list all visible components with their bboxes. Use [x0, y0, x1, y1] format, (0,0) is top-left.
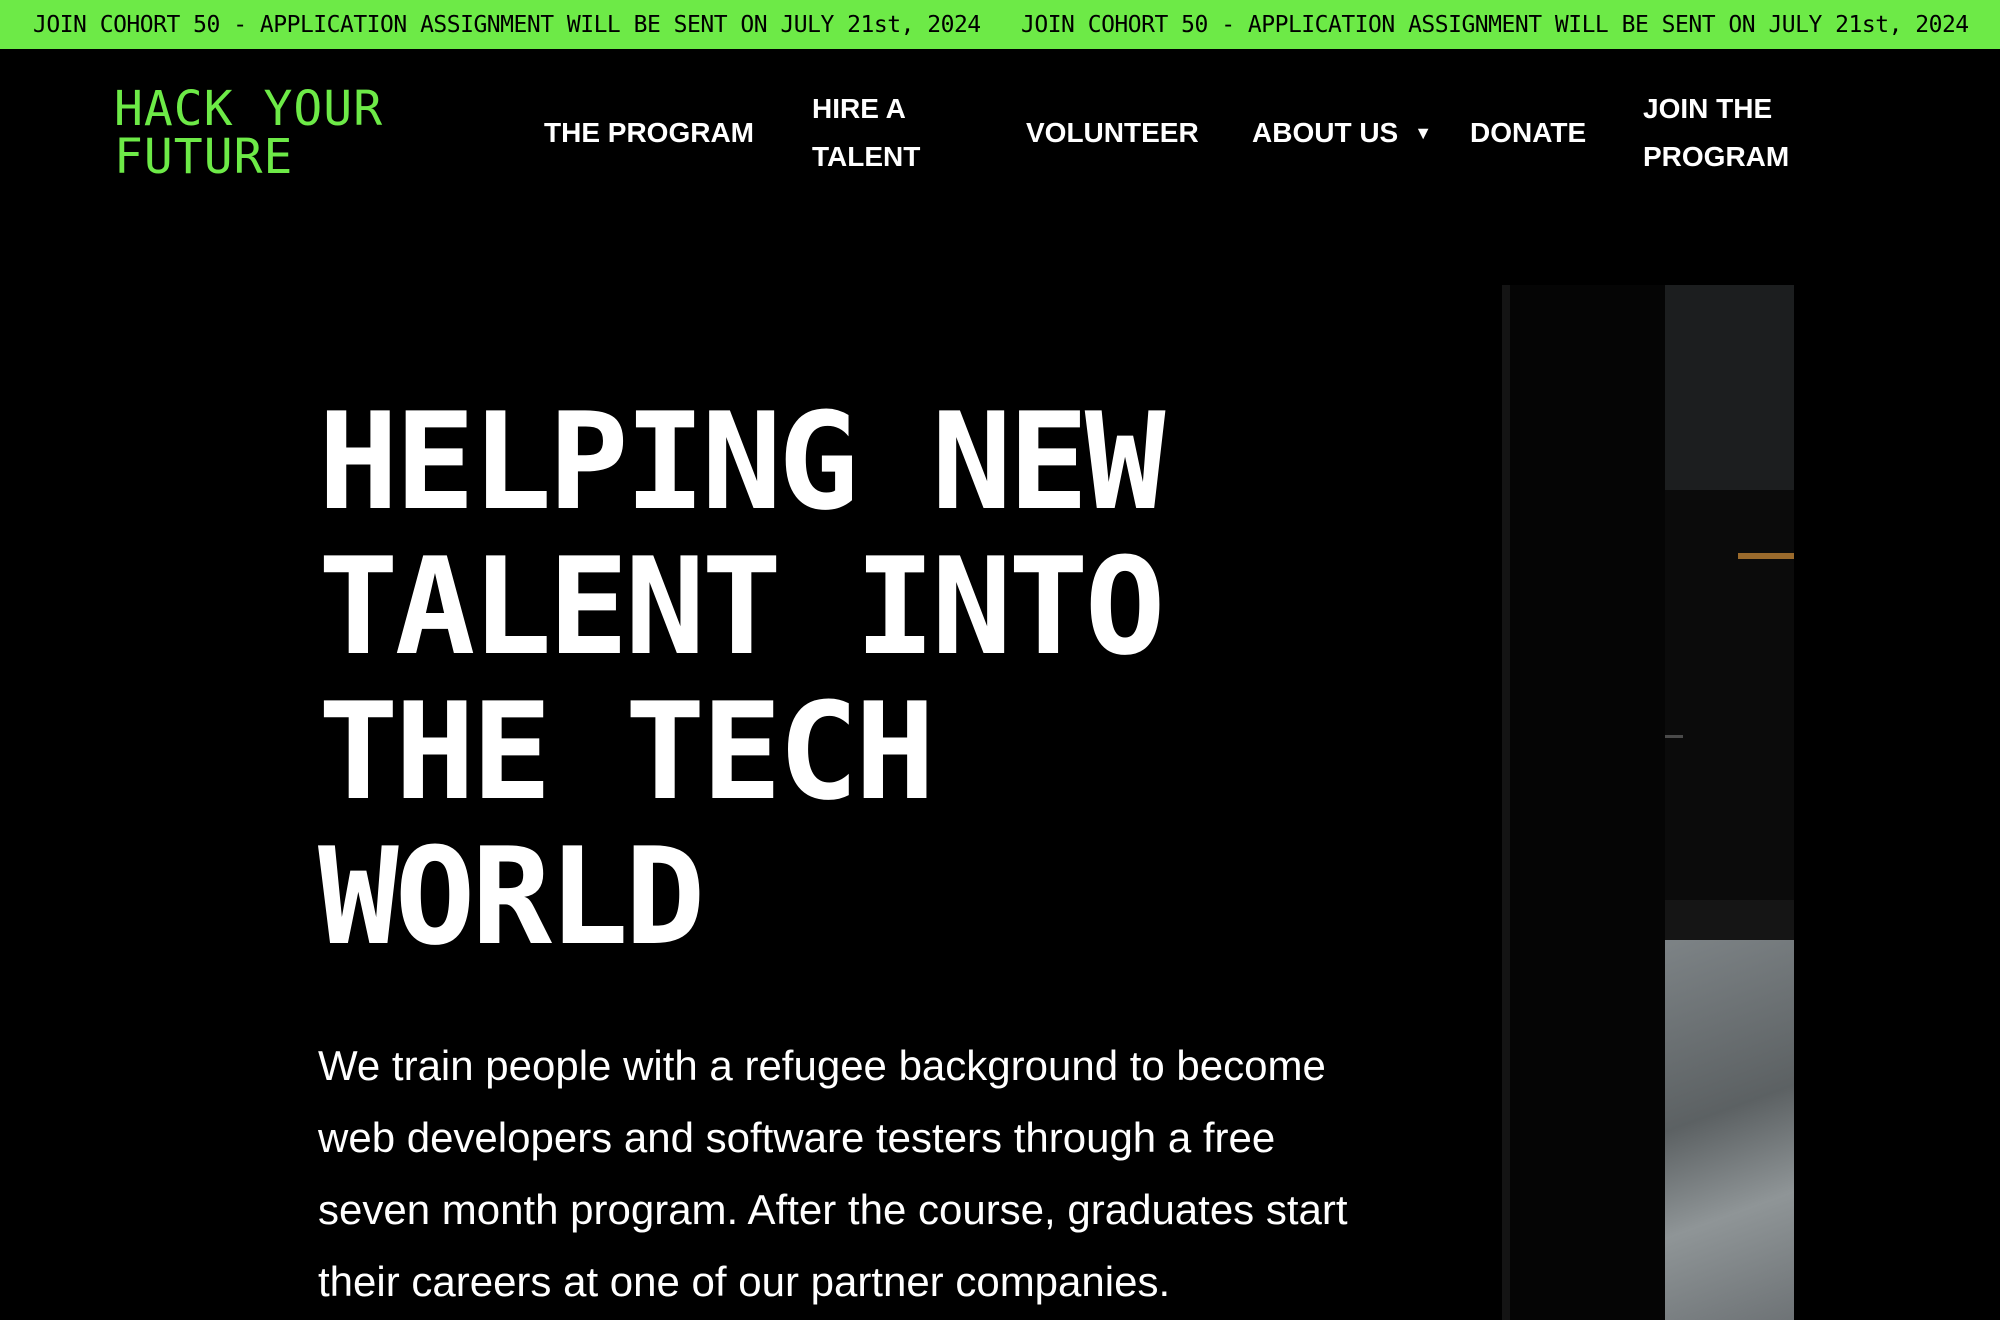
nav-about-us[interactable]: ABOUT US ▼ — [1252, 109, 1432, 157]
nav-join-the-program[interactable]: JOIN THE PROGRAM — [1643, 85, 1843, 181]
image-edge — [1502, 285, 1510, 1320]
announcement-ticker[interactable]: JOIN COHORT 50 - APPLICATION ASSIGNMENT … — [0, 0, 2000, 49]
nav-join-line-2: PROGRAM — [1643, 141, 1790, 172]
hero-image — [1502, 285, 1794, 1320]
image-top-block — [1665, 285, 1794, 490]
nav-hire-line-2: TALENT — [812, 141, 921, 172]
hero-title-line: HELPING NEW — [318, 384, 1165, 540]
nav-join-line-1: JOIN THE — [1643, 93, 1773, 124]
nav-about-label: ABOUT US — [1252, 117, 1399, 148]
site-header: HACK YOUR FUTURE THE PROGRAM HIRE A TALE… — [0, 49, 2000, 219]
image-stripe — [1738, 553, 1794, 559]
image-mark — [1665, 735, 1683, 738]
ticker-item[interactable]: JOIN COHORT 50 - APPLICATION ASSIGNMENT … — [1021, 12, 1969, 38]
image-glass — [1665, 940, 1794, 1320]
nav-hire-a-talent[interactable]: HIRE A TALENT — [812, 85, 952, 181]
hero-description: We train people with a refugee backgroun… — [318, 1042, 1348, 1305]
nav-the-program[interactable]: THE PROGRAM — [544, 109, 754, 157]
nav-volunteer[interactable]: VOLUNTEER — [1026, 109, 1199, 157]
ticker-item[interactable]: JOIN COHORT 50 - APPLICATION ASSIGNMENT … — [33, 12, 981, 38]
logo-line-2: FUTURE — [114, 129, 294, 185]
image-band — [1665, 900, 1794, 940]
chevron-down-icon: ▼ — [1414, 123, 1433, 143]
hero-title-line: THE TECH — [318, 674, 935, 830]
nav-donate[interactable]: DONATE — [1470, 109, 1586, 157]
hero-title-line: WORLD — [318, 819, 705, 975]
hero-title-line: TALENT INTO — [318, 529, 1165, 685]
logo-line-1: HACK YOUR — [114, 81, 384, 137]
nav-hire-line-1: HIRE A — [812, 93, 906, 124]
hero-title: HELPING NEW TALENT INTO THE TECH WORLD — [318, 390, 1298, 970]
page: JOIN COHORT 50 - APPLICATION ASSIGNMENT … — [0, 0, 2000, 1320]
site-logo[interactable]: HACK YOUR FUTURE — [114, 85, 454, 181]
